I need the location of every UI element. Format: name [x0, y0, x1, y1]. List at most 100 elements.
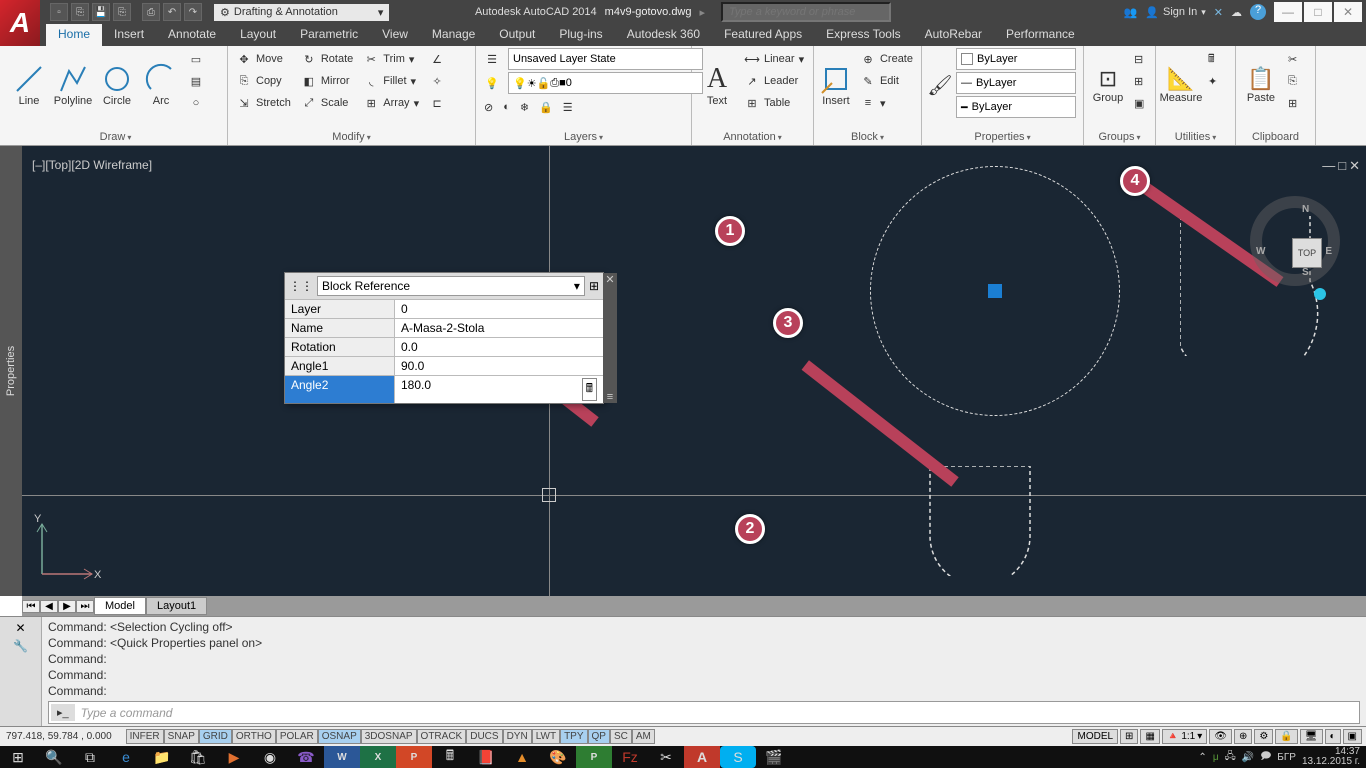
- tb-store-icon[interactable]: 🛍: [180, 746, 216, 768]
- toggle-osnap[interactable]: OSNAP: [318, 729, 361, 744]
- vc-north[interactable]: N: [1302, 204, 1309, 215]
- taskview-icon[interactable]: ⧉: [72, 746, 108, 768]
- qat-print-icon[interactable]: ⎙: [142, 3, 160, 21]
- scale-button[interactable]: ⤢Scale: [297, 92, 357, 114]
- cmd-wrench-icon[interactable]: 🔧: [13, 639, 28, 653]
- close-button[interactable]: ✕: [1334, 2, 1362, 22]
- tab-output[interactable]: Output: [487, 24, 547, 46]
- tab-plugins[interactable]: Plug-ins: [547, 24, 614, 46]
- measure-button[interactable]: 📐Measure: [1160, 48, 1202, 122]
- command-input[interactable]: ▸_ Type a command: [48, 701, 1360, 724]
- tb-filezilla-icon[interactable]: Fz: [612, 746, 648, 768]
- viewcube-top[interactable]: TOP: [1292, 238, 1322, 268]
- tb-movies-icon[interactable]: ▶: [216, 746, 252, 768]
- qp-value-rotation[interactable]: 0.0: [395, 338, 603, 356]
- toggle-otrack[interactable]: OTRACK: [417, 729, 467, 744]
- qat-save-icon[interactable]: 💾: [92, 3, 110, 21]
- toggle-ortho[interactable]: ORTHO: [232, 729, 276, 744]
- toggle-grid[interactable]: GRID: [199, 729, 232, 744]
- tray-up-icon[interactable]: ⌃: [1198, 752, 1206, 763]
- arc-button[interactable]: Arc: [140, 48, 182, 122]
- layer-state-dropdown[interactable]: Unsaved Layer State: [508, 48, 703, 70]
- minimize-button[interactable]: —: [1274, 2, 1302, 22]
- layer-tools-button[interactable]: 💡: [480, 72, 504, 94]
- vp-minimize-icon[interactable]: —: [1322, 158, 1335, 174]
- toggle-sc[interactable]: SC: [610, 729, 632, 744]
- tb-viber-icon[interactable]: ☎: [288, 746, 324, 768]
- trim-button[interactable]: ✂Trim ▾: [359, 48, 423, 70]
- qat-new-icon[interactable]: ▫: [50, 3, 68, 21]
- linear-dim-button[interactable]: ⟷Linear ▾: [740, 48, 808, 70]
- selected-shape-2[interactable]: [920, 466, 1040, 576]
- tb-paint-icon[interactable]: 🎨: [540, 746, 576, 768]
- quickcalc-button[interactable]: 🖩: [1204, 48, 1221, 70]
- group-bb-button[interactable]: ▣: [1130, 92, 1148, 114]
- sr-ws-icon[interactable]: ⚙: [1254, 729, 1273, 744]
- tab-layout[interactable]: Layout: [228, 24, 288, 46]
- leader-button[interactable]: ↗Leader: [740, 70, 808, 92]
- sr-isolate-icon[interactable]: ◐: [1325, 729, 1341, 744]
- search-icon[interactable]: 🔍: [36, 746, 72, 768]
- panel-groups[interactable]: Groups: [1088, 129, 1151, 145]
- nav-bar-grip[interactable]: [1314, 288, 1326, 300]
- tray-date[interactable]: 13.12.2015 г.: [1302, 757, 1360, 767]
- workspace-selector[interactable]: ⚙ Drafting & Annotation ▾: [214, 4, 389, 21]
- text-button[interactable]: AText: [696, 48, 738, 122]
- tb-chrome-icon[interactable]: ◉: [252, 746, 288, 768]
- layer-iso-button[interactable]: ◐: [499, 96, 514, 118]
- tb-explorer-icon[interactable]: 📁: [144, 746, 180, 768]
- tab-a360[interactable]: Autodesk 360: [615, 24, 712, 46]
- toggle-3dosnap[interactable]: 3DOSNAP: [361, 729, 417, 744]
- tab-parametric[interactable]: Parametric: [288, 24, 370, 46]
- qat-redo-icon[interactable]: ↷: [184, 3, 202, 21]
- qp-value-name[interactable]: A-Masa-2-Stola: [395, 319, 603, 337]
- layout-last-icon[interactable]: ⏭: [76, 600, 94, 613]
- tray-volume-icon[interactable]: 🔊: [1242, 752, 1254, 763]
- calculator-icon[interactable]: 🖩: [582, 378, 597, 401]
- title-dropdown-icon[interactable]: ▸: [700, 6, 706, 19]
- toggle-am[interactable]: AM: [632, 729, 655, 744]
- layer-match-button[interactable]: ☰: [559, 96, 577, 118]
- qp-value-angle1[interactable]: 90.0: [395, 357, 603, 375]
- toggle-dyn[interactable]: DYN: [503, 729, 532, 744]
- tab-insert[interactable]: Insert: [102, 24, 156, 46]
- drawing-canvas[interactable]: Properties [–][Top][2D Wireframe] — □ ✕ …: [0, 146, 1366, 596]
- qp-options-icon[interactable]: ⊞: [589, 279, 599, 293]
- mirror-button[interactable]: ◧Mirror: [297, 70, 357, 92]
- linetype-dropdown[interactable]: ━ ByLayer: [956, 96, 1076, 118]
- sr-lock-icon[interactable]: 🔒: [1275, 729, 1297, 744]
- cut-button[interactable]: ✂: [1284, 48, 1301, 70]
- panel-utilities[interactable]: Utilities: [1160, 129, 1231, 145]
- layer-dropdown[interactable]: 💡 ☀ 🔓 ⎙ ■ 0: [508, 72, 703, 94]
- layout-tab-layout1[interactable]: Layout1: [146, 597, 207, 615]
- properties-palette-tab[interactable]: Properties: [0, 146, 22, 596]
- viewport-label[interactable]: [–][Top][2D Wireframe]: [32, 158, 152, 172]
- vp-close-icon[interactable]: ✕: [1349, 158, 1360, 174]
- sr-clean-icon[interactable]: ▣: [1343, 729, 1362, 744]
- sr-layout-icon[interactable]: ▦: [1140, 729, 1159, 744]
- tray-network-icon[interactable]: 🖧: [1225, 749, 1236, 766]
- qp-type-dropdown[interactable]: Block Reference▾: [317, 276, 585, 296]
- toggle-snap[interactable]: SNAP: [164, 729, 199, 744]
- edit-block-button[interactable]: ✎Edit: [856, 70, 917, 92]
- lineweight-dropdown[interactable]: — ByLayer: [956, 72, 1076, 94]
- copy-button[interactable]: ⎘Copy: [232, 70, 295, 92]
- toggle-ducs[interactable]: DUCS: [466, 729, 502, 744]
- tb-edge-icon[interactable]: e: [108, 746, 144, 768]
- tb-snip-icon[interactable]: ✂: [648, 746, 684, 768]
- signin-button[interactable]: 👤 Sign In ▾: [1145, 6, 1205, 19]
- ellipse-button[interactable]: ○: [184, 92, 208, 114]
- fillet-button[interactable]: ◟Fillet ▾: [359, 70, 423, 92]
- polyline-button[interactable]: Polyline: [52, 48, 94, 122]
- insert-button[interactable]: Insert: [818, 48, 854, 122]
- rect-button[interactable]: ▭: [184, 48, 208, 70]
- point-button[interactable]: ✦: [1204, 70, 1221, 92]
- rotate-button[interactable]: ↻Rotate: [297, 48, 357, 70]
- vc-west[interactable]: W: [1256, 246, 1265, 257]
- explode-button[interactable]: ✧: [425, 70, 449, 92]
- tb-autocad-icon[interactable]: A: [684, 746, 720, 768]
- vc-south[interactable]: S: [1302, 267, 1309, 278]
- tray-battery-icon[interactable]: 🗩: [1260, 749, 1271, 766]
- stay-connected-icon[interactable]: ☁: [1231, 6, 1242, 19]
- sr-hardware-icon[interactable]: 🖥: [1300, 729, 1323, 744]
